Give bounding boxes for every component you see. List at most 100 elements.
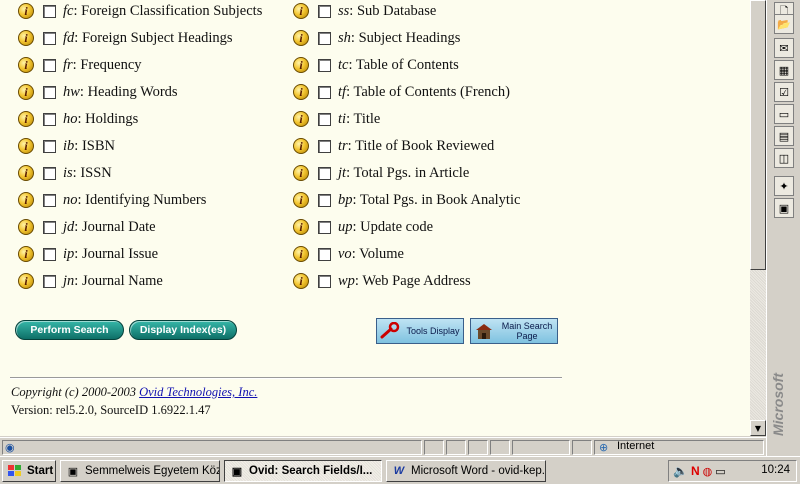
folder-icon[interactable]: ▣ (774, 198, 794, 218)
camera-icon[interactable]: ▭ (715, 465, 725, 478)
field-checkbox[interactable] (43, 58, 56, 72)
task-icon[interactable]: ☑ (774, 82, 794, 102)
system-tray: 🔈 N ◍ ▭ 10:24 (668, 460, 797, 482)
info-icon[interactable]: i (18, 219, 34, 235)
field-checkbox[interactable] (43, 166, 56, 180)
field-checkbox[interactable] (318, 139, 331, 153)
info-icon[interactable]: i (18, 3, 34, 19)
field-checkbox[interactable] (43, 274, 56, 288)
word-icon: W (393, 465, 405, 477)
info-icon[interactable]: i (18, 84, 34, 100)
field-checkbox[interactable] (318, 4, 331, 18)
antivirus-icon[interactable]: N (691, 464, 700, 478)
search-fields-page: i fc: Foreign Classification Subjects i fd:… (0, 0, 750, 436)
field-checkbox[interactable] (318, 193, 331, 207)
info-icon[interactable]: i (18, 165, 34, 181)
field-checkbox[interactable] (318, 58, 331, 72)
field-checkbox[interactable] (43, 139, 56, 153)
info-icon[interactable]: i (293, 57, 309, 73)
journal-icon[interactable]: ▤ (774, 126, 794, 146)
note-icon[interactable]: ◫ (774, 148, 794, 168)
info-icon[interactable]: i (293, 165, 309, 181)
field-label: tc: Table of Contents (338, 57, 459, 74)
task-label: Microsoft Word - ovid-kep... (411, 465, 546, 477)
info-icon[interactable]: i (293, 273, 309, 289)
info-icon[interactable]: i (293, 138, 309, 154)
field-label: jd: Journal Date (63, 219, 156, 236)
info-icon[interactable]: i (293, 84, 309, 100)
perform-search-button[interactable]: Perform Search (15, 320, 124, 340)
field-row-wp: i wp: Web Page Address (293, 271, 471, 291)
field-checkbox[interactable] (318, 166, 331, 180)
start-label: Start (27, 465, 54, 477)
scrollbar-thumb[interactable] (750, 0, 766, 270)
ovid-technologies-link[interactable]: Ovid Technologies, Inc. (139, 385, 257, 399)
info-icon[interactable]: i (293, 192, 309, 208)
network-icon[interactable]: ◍ (703, 465, 713, 478)
field-checkbox[interactable] (318, 85, 331, 99)
task-microsoft-word[interactable]: W Microsoft Word - ovid-kep... (386, 460, 546, 482)
field-name: Foreign Subject Headings (81, 29, 233, 46)
scroll-down-button[interactable]: ▼ (750, 420, 766, 436)
field-checkbox[interactable] (43, 31, 56, 45)
info-icon[interactable]: i (293, 30, 309, 46)
task-semmelweis[interactable]: ▣ Semmelweis Egyetem Köz... (60, 460, 220, 482)
field-separator: : (349, 2, 357, 19)
field-checkbox[interactable] (43, 247, 56, 261)
open-folder-icon[interactable]: 📂 (774, 14, 794, 34)
info-icon[interactable]: i (18, 30, 34, 46)
speaker-icon[interactable]: 🔈 (673, 464, 688, 478)
field-code: bp (338, 191, 353, 208)
field-separator: : (74, 29, 82, 46)
main-search-page-button[interactable]: Main Search Page (470, 318, 558, 344)
field-checkbox[interactable] (43, 193, 56, 207)
info-icon[interactable]: i (18, 57, 34, 73)
house-icon (471, 319, 497, 343)
field-checkbox[interactable] (318, 31, 331, 45)
copyright-text: Copyright (c) 2000-2003 (11, 385, 140, 399)
display-indexes-button[interactable]: Display Index(es) (129, 320, 237, 340)
field-checkbox[interactable] (318, 274, 331, 288)
field-checkbox[interactable] (318, 247, 331, 261)
field-checkbox[interactable] (43, 112, 56, 126)
info-icon[interactable]: i (293, 3, 309, 19)
outlook-icon[interactable]: ✉ (774, 38, 794, 58)
field-separator: : (348, 56, 356, 73)
field-label: sh: Subject Headings (338, 30, 460, 47)
info-icon[interactable]: i (293, 219, 309, 235)
status-cell-6 (572, 440, 592, 455)
field-name: Journal Name (81, 272, 163, 289)
info-icon[interactable]: i (18, 273, 34, 289)
office-app-icon[interactable]: ✦ (774, 176, 794, 196)
info-icon[interactable]: i (18, 192, 34, 208)
field-checkbox[interactable] (43, 85, 56, 99)
field-name: Subject Headings (358, 29, 461, 46)
calendar-icon[interactable]: ▦ (774, 60, 794, 80)
task-ovid-search[interactable]: ▣ Ovid: Search Fields/I... (224, 460, 382, 482)
field-label: fc: Foreign Classification Subjects (63, 3, 262, 20)
field-separator: : (77, 191, 86, 208)
field-checkbox[interactable] (318, 220, 331, 234)
field-checkbox[interactable] (43, 220, 56, 234)
tools-display-button[interactable]: Tools Display (376, 318, 464, 344)
vertical-scrollbar[interactable]: ▼ (750, 0, 766, 436)
field-row-fd: i fd: Foreign Subject Headings (18, 28, 233, 48)
field-code: is (63, 164, 73, 181)
field-checkbox[interactable] (318, 112, 331, 126)
info-icon[interactable]: i (293, 246, 309, 262)
contact-icon[interactable]: ▭ (774, 104, 794, 124)
field-code: ss (338, 2, 350, 19)
info-icon[interactable]: i (18, 246, 34, 262)
info-icon[interactable]: i (18, 138, 34, 154)
main-search-page-label: Main Search Page (501, 321, 553, 341)
field-checkbox[interactable] (43, 4, 56, 18)
footer-divider (10, 377, 562, 379)
field-code: no (63, 191, 78, 208)
field-label: is: ISSN (63, 165, 112, 182)
field-separator: : (74, 137, 82, 154)
field-code: jn (63, 272, 75, 289)
info-icon[interactable]: i (293, 111, 309, 127)
info-icon[interactable]: i (18, 111, 34, 127)
field-row-tr: i tr: Title of Book Reviewed (293, 136, 494, 156)
start-button[interactable]: Start (2, 460, 56, 482)
